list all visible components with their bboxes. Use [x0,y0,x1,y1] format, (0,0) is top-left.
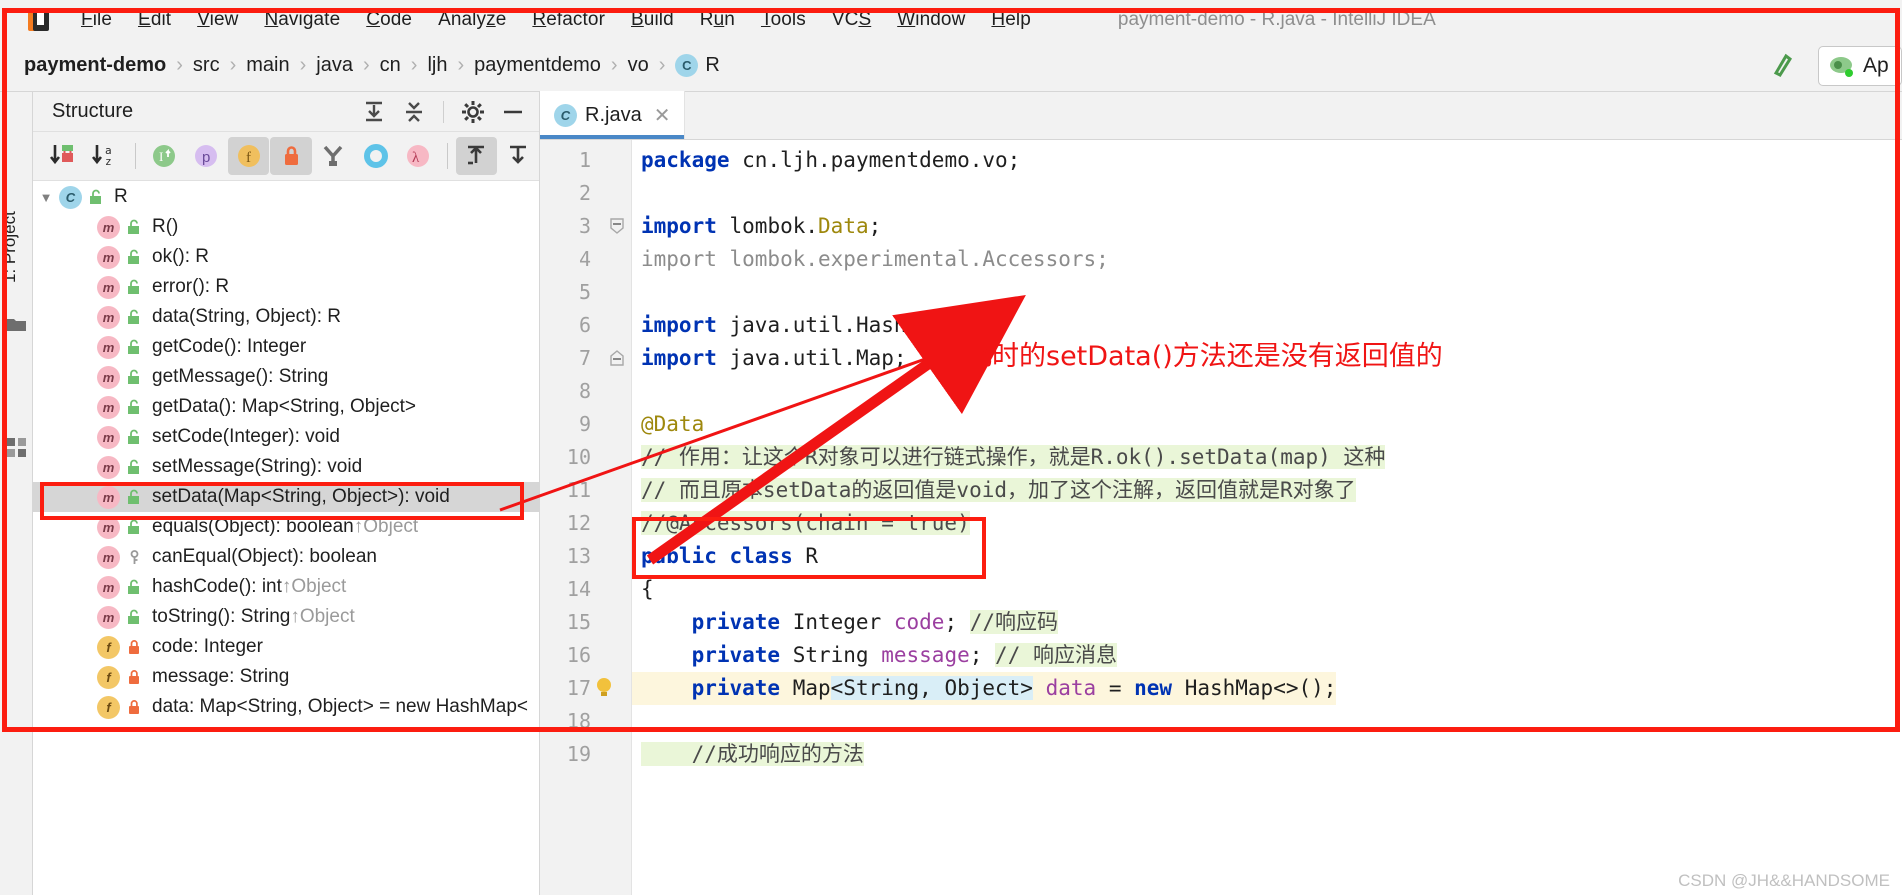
code-token: //成功响应的方法 [641,742,864,766]
watermark: CSDN @JH&&HANDSOME [1678,871,1890,890]
line-number: 19 [566,742,591,766]
code-line[interactable]: //成功响应的方法 [632,738,864,771]
screenshot-outer-box [2,8,1900,732]
